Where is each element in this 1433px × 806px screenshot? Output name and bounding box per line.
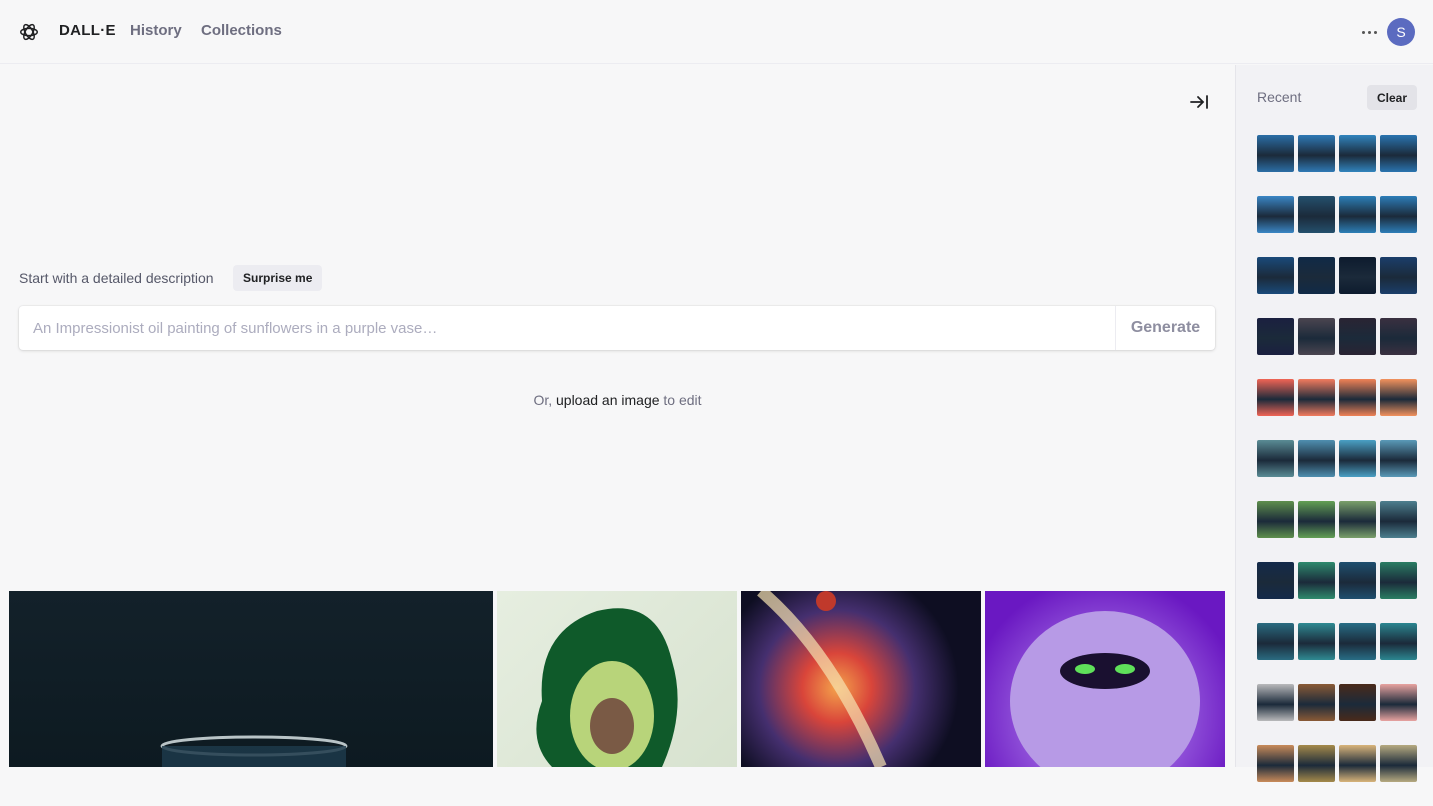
recent-thumbnail[interactable] [1257,562,1294,599]
prompt-label: Start with a detailed description [19,270,214,286]
surprise-me-button[interactable]: Surprise me [233,265,323,291]
recent-thumbnail[interactable] [1380,257,1417,294]
prompt-input[interactable] [19,306,1115,350]
thumbnail-row [1257,257,1420,294]
recent-thumbnail[interactable] [1339,196,1376,233]
gallery-image-avocado-chair[interactable] [497,591,737,767]
recent-thumbnail[interactable] [1380,196,1417,233]
recent-thumbnail[interactable] [1298,501,1335,538]
thumbnail-row [1257,379,1420,416]
generate-button[interactable]: Generate [1115,306,1215,350]
gallery-image-glass-bowl[interactable] [9,591,493,767]
recent-thumbnail[interactable] [1380,562,1417,599]
top-bar: DALL·E History Collections S [0,0,1433,64]
brand-title[interactable]: DALL·E [59,22,116,39]
thumbnail-row [1257,684,1420,721]
recent-thumbnail[interactable] [1339,684,1376,721]
cosmic-painting-illustration [757,591,887,767]
recent-thumbnail[interactable] [1298,379,1335,416]
thumbnail-row [1257,623,1420,660]
recent-thumbnail[interactable] [1257,196,1294,233]
upload-prefix: Or, [533,392,553,408]
main-area: Start with a detailed description Surpri… [0,65,1235,767]
glass-bowl-illustration [160,735,348,767]
collapse-sidebar-icon[interactable] [1188,92,1210,112]
prompt-box: Generate [19,306,1215,350]
avatar[interactable]: S [1387,18,1415,46]
thumbnail-row [1257,745,1420,782]
nav-history[interactable]: History [130,22,182,39]
recent-label: Recent [1257,89,1302,105]
recent-thumbnail[interactable] [1380,440,1417,477]
recent-thumbnail[interactable] [1339,257,1376,294]
more-options-icon[interactable] [1358,22,1380,42]
thumbnail-row [1257,135,1420,172]
recent-thumbnail[interactable] [1298,135,1335,172]
upload-hint: Or, upload an image to edit [0,392,1235,408]
recent-thumbnail[interactable] [1380,135,1417,172]
recent-thumbnail[interactable] [1298,196,1335,233]
recent-thumbnail[interactable] [1298,257,1335,294]
thumbnail-row [1257,562,1420,599]
recent-thumbnail[interactable] [1380,684,1417,721]
recent-thumbnail[interactable] [1298,745,1335,782]
thumbnail-row [1257,440,1420,477]
thumbnail-row [1257,318,1420,355]
gallery-image-furry-monster[interactable] [985,591,1225,767]
recent-thumbnail[interactable] [1298,684,1335,721]
upload-suffix: to edit [663,392,702,408]
recent-thumbnail[interactable] [1257,135,1294,172]
thumbnail-row [1257,501,1420,538]
recent-thumbnail[interactable] [1257,623,1294,660]
recent-thumbnail[interactable] [1339,745,1376,782]
nav-collections[interactable]: Collections [201,22,282,39]
thumbnail-row [1257,196,1420,233]
upload-image-link[interactable]: upload an image [556,392,660,408]
openai-logo-icon[interactable] [18,21,40,43]
recent-thumbnail[interactable] [1298,623,1335,660]
recent-thumbnail[interactable] [1257,440,1294,477]
recent-sidebar: Recent Clear [1235,65,1433,782]
recent-thumbnail[interactable] [1298,440,1335,477]
recent-thumbnails [1257,135,1420,806]
recent-thumbnail[interactable] [1339,379,1376,416]
recent-thumbnail[interactable] [1339,562,1376,599]
recent-thumbnail[interactable] [1339,318,1376,355]
recent-thumbnail[interactable] [1339,501,1376,538]
avocado-chair-illustration [536,608,678,767]
recent-thumbnail[interactable] [1380,623,1417,660]
furry-monster-illustration [1010,611,1200,767]
recent-thumbnail[interactable] [1339,623,1376,660]
recent-thumbnail[interactable] [1380,745,1417,782]
clear-button[interactable]: Clear [1367,85,1418,110]
recent-thumbnail[interactable] [1257,318,1294,355]
recent-thumbnail[interactable] [1380,318,1417,355]
recent-thumbnail[interactable] [1257,745,1294,782]
recent-thumbnail[interactable] [1380,379,1417,416]
recent-thumbnail[interactable] [1257,501,1294,538]
recent-thumbnail[interactable] [1257,257,1294,294]
recent-thumbnail[interactable] [1298,562,1335,599]
recent-thumbnail[interactable] [1380,501,1417,538]
recent-thumbnail[interactable] [1298,318,1335,355]
recent-thumbnail[interactable] [1257,379,1294,416]
gallery-image-cosmic-painting[interactable] [741,591,981,767]
recent-thumbnail[interactable] [1257,684,1294,721]
recent-thumbnail[interactable] [1339,440,1376,477]
recent-thumbnail[interactable] [1339,135,1376,172]
